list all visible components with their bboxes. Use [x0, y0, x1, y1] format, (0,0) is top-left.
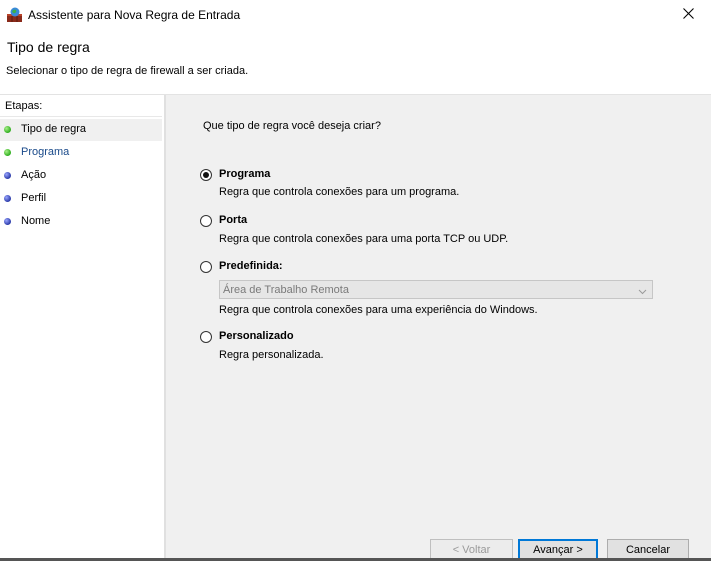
step-done-icon	[4, 126, 11, 133]
title-bar: Assistente para Nova Regra de Entrada	[0, 0, 711, 30]
radio-predefinida[interactable]	[200, 261, 212, 273]
option-label[interactable]: Porta	[219, 214, 247, 226]
step-label: Tipo de regra	[21, 123, 87, 135]
step-pending-icon	[4, 195, 11, 202]
steps-header: Etapas:	[5, 100, 43, 112]
steps-sidebar: Etapas: Tipo de regra Programa Ação Perf…	[0, 95, 166, 561]
question-label: Que tipo de regra você deseja criar?	[203, 120, 381, 132]
step-programa[interactable]: Programa	[0, 142, 162, 164]
radio-personalizado[interactable]	[200, 331, 212, 343]
radio-porta[interactable]	[200, 215, 212, 227]
step-done-icon	[4, 149, 11, 156]
step-label: Nome	[21, 215, 51, 227]
option-label[interactable]: Personalizado	[219, 330, 294, 342]
option-description: Regra que controla conexões para uma exp…	[219, 304, 538, 316]
next-button[interactable]: Avançar >	[518, 539, 598, 560]
step-pending-icon	[4, 218, 11, 225]
page-title: Tipo de regra	[7, 39, 90, 55]
close-button[interactable]	[665, 0, 711, 30]
step-label: Perfil	[21, 192, 47, 204]
option-description: Regra que controla conexões para uma por…	[219, 233, 509, 245]
radio-programa[interactable]	[200, 169, 212, 181]
step-label: Programa	[21, 146, 70, 158]
back-button[interactable]: < Voltar	[430, 539, 513, 560]
step-label: Ação	[21, 169, 47, 181]
divider	[0, 116, 162, 117]
firewall-icon	[6, 7, 23, 23]
step-tipo-de-regra[interactable]: Tipo de regra	[0, 119, 162, 141]
cancel-button[interactable]: Cancelar	[607, 539, 689, 560]
predefined-rule-value: Área de Trabalho Remota	[223, 284, 349, 296]
option-description: Regra que controla conexões para um prog…	[219, 186, 460, 198]
wizard-header: Tipo de regra Selecionar o tipo de regra…	[0, 30, 711, 95]
step-pending-icon	[4, 172, 11, 179]
close-icon	[682, 8, 694, 22]
page-subtitle: Selecionar o tipo de regra de firewall a…	[6, 65, 249, 77]
option-label[interactable]: Programa	[219, 168, 270, 180]
main-panel: Que tipo de regra você deseja criar? Pro…	[166, 95, 711, 561]
option-label[interactable]: Predefinida:	[219, 260, 283, 272]
option-description: Regra personalizada.	[219, 349, 324, 361]
predefined-rule-select[interactable]: Área de Trabalho Remota	[219, 280, 653, 299]
step-acao[interactable]: Ação	[0, 165, 162, 187]
step-nome[interactable]: Nome	[0, 211, 162, 233]
chevron-down-icon	[638, 285, 647, 299]
window-title: Assistente para Nova Regra de Entrada	[28, 8, 241, 22]
step-perfil[interactable]: Perfil	[0, 188, 162, 210]
